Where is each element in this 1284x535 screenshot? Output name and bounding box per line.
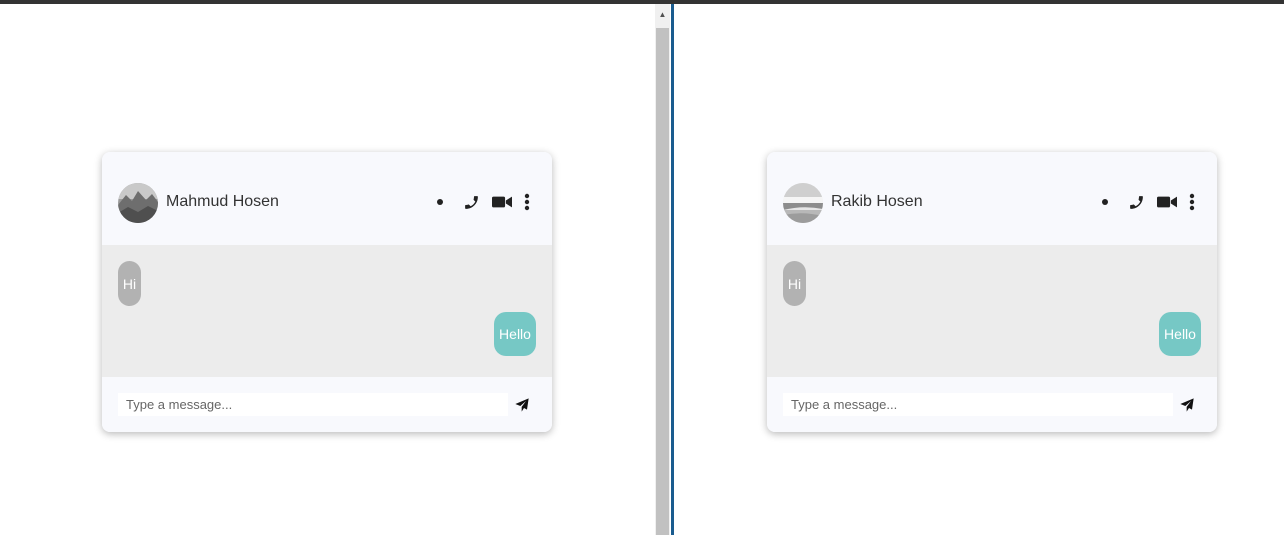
status-dot-icon [437,199,443,205]
incoming-message: Hi [783,261,806,306]
phone-call-button[interactable] [1128,194,1145,211]
chat-footer [102,377,552,432]
contact-name: Rakib Hosen [831,193,923,210]
scrollbar-thumb[interactable] [656,28,669,535]
avatar[interactable] [783,183,823,223]
right-pane: Rakib Hosen Hi Hello Type a message... [675,4,1284,535]
outgoing-message: Hello [1159,312,1201,356]
send-button[interactable] [1179,397,1195,413]
message-input[interactable] [118,393,508,416]
message-list: Hi Hello [102,245,552,377]
message-input[interactable] [783,393,1173,416]
phone-icon [1130,195,1143,209]
incoming-message: Hi [118,261,141,306]
more-vertical-icon [1189,193,1195,211]
phone-call-button[interactable] [463,194,480,211]
video-call-button[interactable] [1157,194,1177,210]
header-actions [437,191,530,213]
more-options-button[interactable] [524,193,530,211]
status-dot-icon [1102,199,1108,205]
chat-header: Rakib Hosen [767,152,1217,245]
send-icon [515,398,529,412]
phone-icon [465,195,478,209]
contact-name: Mahmud Hosen [166,193,279,210]
message-list: Hi Hello [767,245,1217,377]
more-vertical-icon [524,193,530,211]
video-camera-icon [492,196,512,208]
chat-header: Mahmud Hosen [102,152,552,245]
chat-widget: Mahmud Hosen Hi Hello Type a message... [102,152,552,432]
avatar-image [783,183,823,223]
pane-divider[interactable] [671,4,674,535]
video-camera-icon [1157,196,1177,208]
send-icon [1180,398,1194,412]
vertical-scrollbar[interactable]: ▲ [655,4,670,535]
avatar[interactable] [118,183,158,223]
chat-footer [767,377,1217,432]
send-button[interactable] [514,397,530,413]
more-options-button[interactable] [1189,193,1195,211]
left-pane: Mahmud Hosen Hi Hello Type a message... [0,4,655,535]
header-actions [1102,191,1195,213]
scroll-up-arrow-icon[interactable]: ▲ [655,4,670,24]
video-call-button[interactable] [492,194,512,210]
outgoing-message: Hello [494,312,536,356]
chat-widget: Rakib Hosen Hi Hello Type a message... [767,152,1217,432]
avatar-image [118,183,158,223]
